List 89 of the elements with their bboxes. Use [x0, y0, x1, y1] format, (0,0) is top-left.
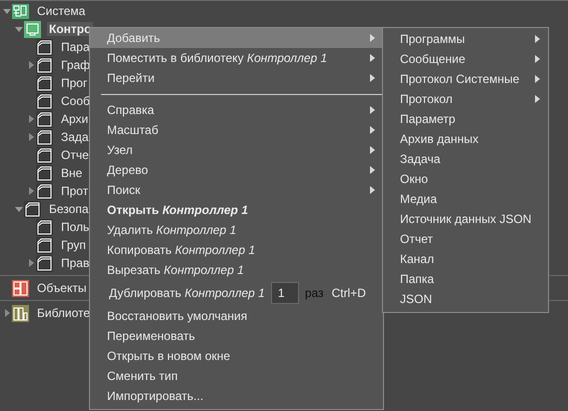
menu-item[interactable]: Поместить в библиотеку Контроллер 1: [90, 48, 383, 68]
tree-item[interactable]: Архи: [59, 112, 90, 126]
tree-item[interactable]: Безопа: [47, 202, 90, 216]
tree-item[interactable]: Груп: [59, 238, 88, 252]
menu-item[interactable]: Удалить Контроллер 1: [90, 220, 383, 240]
folder-icon: [24, 200, 41, 218]
menu-item[interactable]: Программы: [383, 29, 548, 49]
menu-item[interactable]: Переименовать: [90, 326, 383, 346]
tree-item[interactable]: Система: [35, 4, 88, 18]
menu-item[interactable]: Дублировать Контроллер 1 1 раз Ctrl+D: [90, 280, 383, 306]
folder-icon: [36, 254, 53, 272]
menu-item[interactable]: Поиск: [90, 180, 383, 200]
menu-item[interactable]: Перейти: [90, 68, 383, 88]
tree-item[interactable]: Зада: [59, 130, 91, 144]
submenu-arrow-icon: [370, 186, 375, 194]
folder-icon: [36, 218, 53, 236]
menu-item[interactable]: Открыть в новом окне: [90, 346, 383, 366]
menu-item[interactable]: Импортировать...: [90, 386, 383, 406]
network-icon: [12, 2, 29, 20]
menu-item[interactable]: Дерево: [90, 160, 383, 180]
folder-icon: [36, 164, 53, 182]
submenu-arrow-icon: [370, 34, 375, 42]
menu-item[interactable]: Справка: [90, 100, 383, 120]
menu-item[interactable]: Узел: [90, 140, 383, 160]
submenu-arrow-icon: [370, 146, 375, 154]
menu-item[interactable]: Протокол: [383, 89, 548, 109]
count-unit-label: раз: [304, 286, 324, 300]
submenu-arrow-icon: [370, 74, 375, 82]
folder-icon: [36, 146, 53, 164]
menu-item[interactable]: Папка: [383, 269, 548, 289]
library-icon: [12, 304, 29, 322]
folder-icon: [36, 56, 53, 74]
menu-item[interactable]: Канал: [383, 249, 548, 269]
submenu-arrow-icon: [535, 55, 540, 63]
folder-icon: [36, 92, 53, 110]
collapse-arrow-icon[interactable]: [14, 24, 24, 34]
tree-item[interactable]: Прог: [59, 76, 90, 90]
expand-arrow-icon[interactable]: [26, 60, 36, 70]
submenu-arrow-icon: [535, 95, 540, 103]
monitor-icon: [24, 20, 41, 38]
menu-item[interactable]: Протокол Системные: [383, 69, 548, 89]
menu-item[interactable]: Медиа: [383, 189, 548, 209]
expand-arrow-icon[interactable]: [26, 132, 36, 142]
menu-item[interactable]: Параметр: [383, 109, 548, 129]
expand-arrow-icon[interactable]: [26, 114, 36, 124]
folder-icon: [36, 110, 53, 128]
menu-item[interactable]: Источник данных JSON: [383, 209, 548, 229]
tree-item[interactable]: Объекты: [35, 281, 88, 295]
menu-item[interactable]: Восстановить умолчания: [90, 306, 383, 326]
menu-item[interactable]: Сообщение: [383, 49, 548, 69]
submenu-arrow-icon: [535, 35, 540, 43]
expand-arrow-icon[interactable]: [26, 186, 36, 196]
shortcut-label: Ctrl+D: [332, 286, 366, 300]
tree-item[interactable]: Поль: [59, 220, 92, 234]
menu-item[interactable]: Окно: [383, 169, 548, 189]
menu-item[interactable]: Копировать Контроллер 1: [90, 240, 383, 260]
menu-item[interactable]: Вырезать Контроллер 1: [90, 260, 383, 280]
submenu-arrow-icon: [535, 75, 540, 83]
submenu-arrow-icon: [370, 166, 375, 174]
collapse-arrow-icon[interactable]: [14, 204, 24, 214]
expand-arrow-icon[interactable]: [2, 308, 12, 318]
tree-item[interactable]: Пара: [59, 40, 92, 54]
menu-item[interactable]: JSON: [383, 289, 548, 309]
tree-item[interactable]: Прот: [59, 184, 90, 198]
tree-item[interactable]: Сооб: [59, 94, 92, 108]
menu-item[interactable]: Масштаб: [90, 120, 383, 140]
objects-icon: [12, 280, 29, 296]
count-field[interactable]: 1: [270, 282, 299, 304]
tree-item[interactable]: Вне: [59, 166, 84, 180]
folder-icon: [36, 74, 53, 92]
folder-icon: [36, 236, 53, 254]
submenu-arrow-icon: [370, 126, 375, 134]
collapse-arrow-icon[interactable]: [2, 6, 12, 16]
submenu-arrow-icon: [370, 54, 375, 62]
menu-item[interactable]: Открыть Контроллер 1: [90, 200, 383, 220]
tree-item[interactable]: Граф: [59, 58, 92, 72]
menu-item[interactable]: Сменить тип: [90, 366, 383, 386]
submenu-arrow-icon: [370, 106, 375, 114]
folder-icon: [36, 38, 53, 56]
menu-item[interactable]: Добавить: [90, 28, 383, 48]
folder-icon: [36, 128, 53, 146]
tree-item[interactable]: Прав: [59, 256, 92, 270]
menu-item[interactable]: Архив данных: [383, 129, 548, 149]
folder-icon: [36, 182, 53, 200]
tree-item[interactable]: Библиоте: [35, 306, 92, 320]
expand-arrow-icon[interactable]: [26, 258, 36, 268]
menu-item[interactable]: Отчет: [383, 229, 548, 249]
tree-item[interactable]: Отче: [59, 148, 91, 162]
menu-item[interactable]: Задача: [383, 149, 548, 169]
